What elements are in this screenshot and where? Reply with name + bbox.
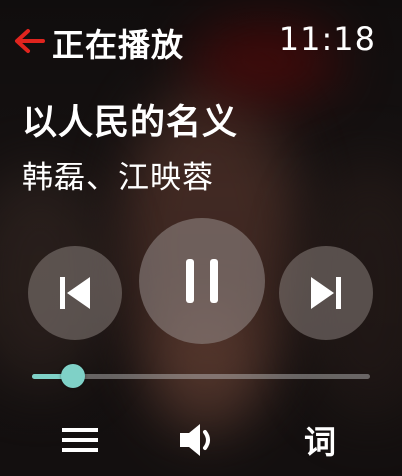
previous-track-button[interactable] — [28, 246, 122, 340]
back-button[interactable] — [12, 24, 46, 58]
progress-thumb[interactable] — [60, 364, 85, 388]
playlist-menu-icon — [62, 428, 98, 452]
next-track-button[interactable] — [279, 246, 373, 340]
page-title: 正在播放 — [52, 26, 185, 64]
artist-name: 韩磊、江映蓉 — [22, 160, 214, 196]
skip-previous-icon — [60, 277, 90, 309]
song-title: 以人民的名义 — [22, 103, 239, 143]
clock: 11:18 — [278, 20, 376, 58]
volume-button[interactable] — [172, 416, 224, 464]
pause-button[interactable] — [139, 218, 265, 344]
now-playing-screen: 正在播放 11:18 以人民的名义 韩磊、江映蓉 词 — [0, 0, 402, 476]
lyrics-label: 词 — [303, 423, 336, 461]
pause-icon — [186, 259, 218, 303]
skip-next-icon — [311, 277, 341, 309]
volume-icon — [180, 424, 210, 456]
lyrics-button[interactable]: 词 — [294, 416, 346, 464]
header: 正在播放 11:18 — [0, 16, 402, 66]
back-arrow-icon — [15, 29, 45, 53]
progress-slider[interactable] — [32, 364, 370, 388]
playlist-button[interactable] — [54, 416, 106, 464]
